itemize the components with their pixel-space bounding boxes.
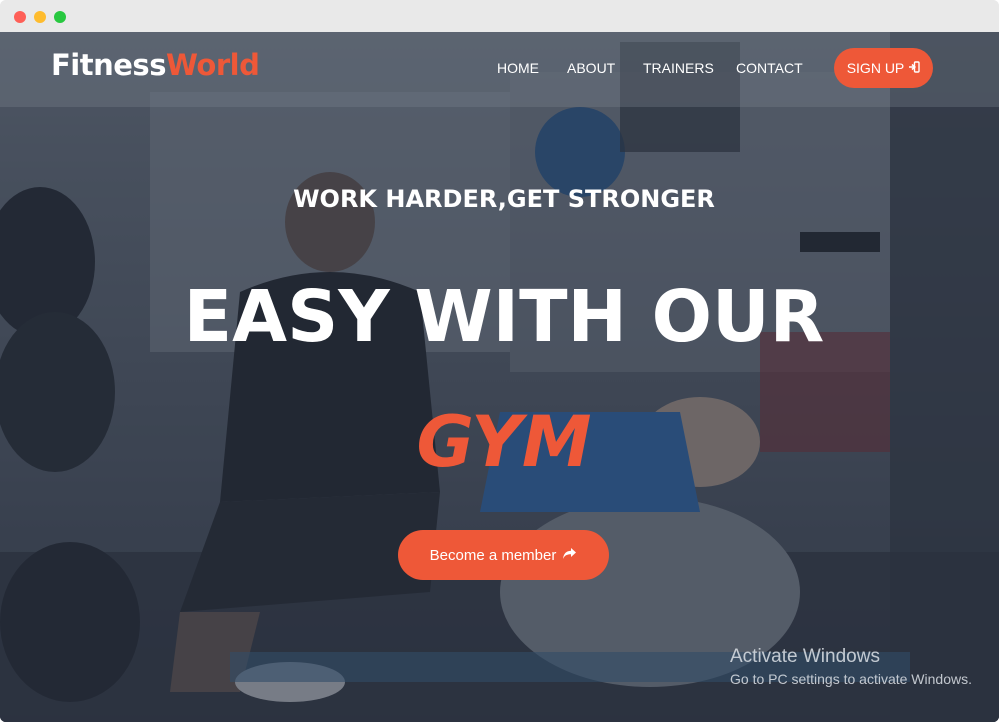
hero-subtitle: WORK HARDER,GET STRONGER xyxy=(293,185,715,213)
logo-text-accent: World xyxy=(165,48,260,82)
nav-item-about[interactable]: ABOUT xyxy=(567,60,615,76)
nav-item-trainers[interactable]: TRAINERS xyxy=(643,60,714,76)
page-viewport: FitnessWorld HOME ABOUT TRAINERS CONTACT… xyxy=(0,32,999,722)
nav-item-contact[interactable]: CONTACT xyxy=(736,60,803,76)
close-window-button[interactable] xyxy=(14,11,26,23)
minimize-window-button[interactable] xyxy=(34,11,46,23)
hero-title: EASY WITH OUR xyxy=(183,275,825,358)
window-titlebar xyxy=(0,0,999,32)
site-logo[interactable]: FitnessWorld xyxy=(51,48,260,82)
become-member-button[interactable]: Become a member xyxy=(398,530,609,580)
top-navbar: FitnessWorld HOME ABOUT TRAINERS CONTACT… xyxy=(0,32,999,107)
sign-up-label: SIGN UP xyxy=(846,60,905,76)
maximize-window-button[interactable] xyxy=(54,11,66,23)
logo-text-primary: Fitness xyxy=(51,48,166,82)
hero-highlight: GYM xyxy=(416,401,592,483)
hero-overlay xyxy=(0,32,999,722)
nav-item-home[interactable]: HOME xyxy=(497,60,539,76)
become-member-label: Become a member xyxy=(429,546,557,564)
activate-windows-watermark: Activate Windows Go to PC settings to ac… xyxy=(730,645,972,689)
sign-up-button[interactable]: SIGN UP xyxy=(834,48,933,88)
browser-window: FitnessWorld HOME ABOUT TRAINERS CONTACT… xyxy=(0,0,999,722)
watermark-description: Go to PC settings to activate Windows. xyxy=(730,671,972,687)
sign-in-icon xyxy=(908,60,920,76)
share-arrow-icon xyxy=(562,547,577,564)
watermark-title: Activate Windows xyxy=(730,646,880,667)
